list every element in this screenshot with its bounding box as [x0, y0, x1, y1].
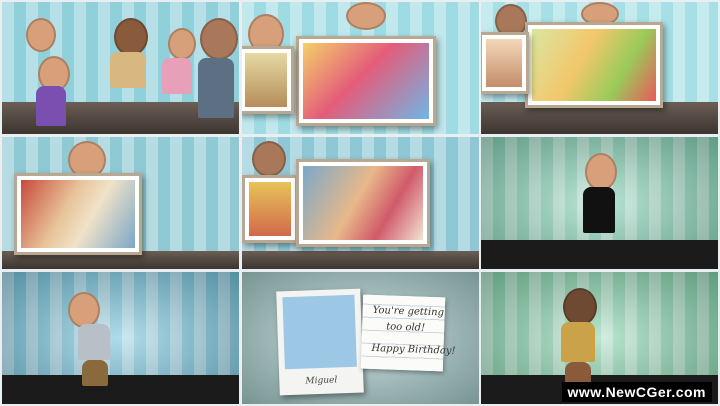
note-line-2: too old! [386, 321, 426, 334]
dancer-head [114, 18, 148, 56]
floor [242, 250, 479, 269]
floor [2, 374, 239, 404]
dancer-body [36, 86, 66, 126]
tile-group-dance [2, 2, 239, 134]
party-kids-photo [303, 43, 429, 119]
dancer-head [585, 153, 617, 191]
side-photo [249, 182, 291, 236]
side-photo [245, 53, 287, 107]
dancer-legs [82, 360, 108, 386]
dancer-head [168, 28, 196, 60]
tile-boy-dancing [2, 272, 239, 404]
tile-party-kids-photo [242, 2, 479, 134]
dancer-body [561, 322, 595, 362]
tile-woman-dancing [481, 137, 718, 269]
dancer-body [198, 58, 234, 118]
side-photo-frame [242, 46, 294, 114]
person-head [346, 2, 386, 30]
tile-siblings-cake-photo [2, 137, 239, 269]
dancer-head [200, 18, 238, 60]
polaroid-caption: Miguel [305, 375, 338, 387]
dancer-head [26, 18, 56, 52]
horn-photo-frame [296, 159, 430, 247]
cake-photo-frame [525, 22, 663, 108]
dancer-body [78, 324, 110, 360]
dancer-head [563, 288, 597, 326]
dancer-body [583, 187, 615, 233]
cake-girl-photo [532, 29, 656, 101]
note-line-1: You're getting [372, 304, 445, 319]
party-horn-photo [303, 166, 423, 240]
siblings-photo-frame [14, 173, 142, 255]
party-photo-frame [296, 36, 436, 126]
side-photo-frame [481, 32, 529, 94]
polaroid-image [282, 294, 357, 370]
tile-birthday-card: Miguel You're getting too old! Happy Bir… [242, 272, 479, 404]
side-photo-frame [242, 175, 298, 243]
side-photo [486, 39, 522, 87]
dancer-body [110, 52, 146, 88]
dancer-head [68, 292, 100, 328]
note-line-3: Happy Birthday! [371, 342, 456, 357]
tile-party-horn-photo [242, 137, 479, 269]
storyboard-grid: Miguel You're getting too old! Happy Bir… [0, 0, 720, 406]
person-head [252, 141, 286, 177]
siblings-cake-photo [21, 180, 135, 248]
birthday-note: You're getting too old! Happy Birthday! [360, 294, 456, 372]
site-watermark: www.NewCGer.com [561, 382, 712, 402]
dancer-body [162, 58, 192, 94]
tile-cake-girl-photo [481, 2, 718, 134]
polaroid-photo: Miguel [276, 288, 364, 396]
floor [481, 239, 718, 269]
